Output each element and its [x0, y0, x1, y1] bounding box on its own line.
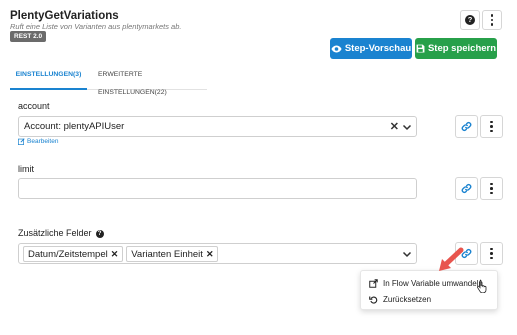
account-menu-button[interactable] — [480, 115, 503, 138]
kebab-menu-icon — [490, 247, 493, 260]
annotation-arrow-icon — [439, 247, 464, 271]
chip-label: Varianten Einheit — [131, 248, 203, 260]
clear-icon[interactable]: ✕ — [390, 120, 399, 133]
edit-account-label: Bearbeiten — [27, 138, 59, 145]
kebab-menu-icon — [490, 182, 493, 195]
menu-item-reset[interactable]: Zurücksetzen — [369, 292, 431, 306]
link-icon — [461, 183, 472, 194]
menu-item-convert-to-flow-variable[interactable]: In Flow Variable umwandeln — [369, 276, 483, 290]
chip-variant-unit: Varianten Einheit ✕ — [126, 246, 219, 262]
settings-tabs: EINSTELLUNGEN(3) ERWEITERTE EINSTELLUNGE… — [10, 66, 207, 96]
kebab-menu-icon — [490, 120, 493, 133]
tab-advanced-settings[interactable]: ERWEITERTE EINSTELLUNGEN(22) — [98, 66, 207, 96]
chip-list: Datum/Zeitstempel ✕ Varianten Einheit ✕ — [23, 246, 219, 262]
limit-variable-link-button[interactable] — [455, 177, 478, 200]
chevron-down-icon — [402, 124, 412, 131]
tab-settings[interactable]: EINSTELLUNGEN(3) — [10, 66, 87, 90]
kebab-menu-icon — [490, 14, 494, 26]
limit-label: limit — [18, 164, 34, 174]
account-label: account — [18, 101, 50, 111]
link-icon — [461, 121, 472, 132]
remove-chip-icon[interactable]: ✕ — [111, 249, 119, 260]
account-select[interactable]: Account: plentyAPIUser ✕ — [18, 116, 417, 137]
menu-item-label: Zurücksetzen — [383, 294, 432, 304]
limit-input[interactable] — [18, 178, 417, 199]
floppy-disk-icon — [416, 44, 425, 53]
extra-fields-label: Zusätzliche Felder? — [18, 228, 104, 238]
header-menu-button[interactable] — [482, 10, 502, 30]
edit-icon — [18, 138, 25, 145]
chevron-down-icon — [402, 251, 412, 258]
step-subtitle: Ruft eine Liste von Varianten aus plenty… — [10, 22, 182, 31]
edit-account-link[interactable]: Bearbeiten — [18, 138, 58, 145]
account-variable-link-button[interactable] — [455, 115, 478, 138]
step-title: PlentyGetVariations — [10, 10, 119, 22]
menu-item-label: In Flow Variable umwandeln — [383, 278, 483, 288]
undo-icon — [369, 296, 378, 304]
eye-icon — [331, 45, 342, 52]
account-value: Account: plentyAPIUser — [24, 121, 125, 132]
extra-fields-menu-button[interactable] — [480, 242, 503, 265]
help-circle-icon[interactable]: ? — [95, 230, 104, 238]
external-link-icon — [369, 278, 378, 288]
step-preview-label: Step-Vorschau — [344, 43, 412, 54]
hand-cursor-icon — [477, 279, 487, 293]
step-header: PlentyGetVariations Ruft eine Liste von … — [0, 0, 517, 66]
step-save-button[interactable]: Step speichern — [415, 38, 497, 59]
help-button[interactable]: ? — [460, 10, 480, 30]
step-save-label: Step speichern — [427, 43, 497, 54]
api-version-badge: REST 2.0 — [10, 31, 47, 42]
remove-chip-icon[interactable]: ✕ — [206, 249, 214, 260]
limit-menu-button[interactable] — [480, 177, 503, 200]
extra-fields-label-text: Zusätzliche Felder — [18, 228, 92, 238]
extra-fields-multiselect[interactable]: Datum/Zeitstempel ✕ Varianten Einheit ✕ — [18, 243, 417, 264]
chip-label: Datum/Zeitstempel — [28, 248, 108, 260]
step-preview-button[interactable]: Step-Vorschau — [330, 38, 412, 59]
help-circle-icon: ? — [465, 15, 475, 25]
chip-datetime: Datum/Zeitstempel ✕ — [23, 246, 124, 262]
